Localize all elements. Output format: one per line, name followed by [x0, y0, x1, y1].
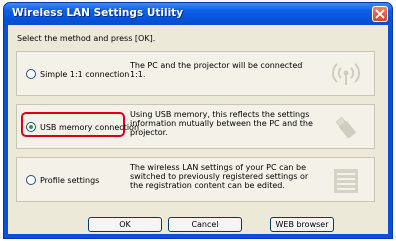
option-description: Using USB memory, this reflects the sett…: [130, 110, 313, 137]
profile-list-icon: [334, 169, 358, 193]
option-label: USB memory connection: [40, 123, 140, 132]
radio-usb-memory-connection[interactable]: [26, 122, 36, 132]
close-button[interactable]: [372, 6, 388, 22]
wireless-signal-icon: [332, 63, 360, 85]
radio-simple-connection[interactable]: [26, 69, 36, 79]
option-label: Profile settings: [40, 176, 100, 185]
option-description: The wireless LAN settings of your PC can…: [130, 163, 309, 190]
option-simple-connection[interactable]: Simple 1:1 connection The PC and the pro…: [16, 51, 375, 96]
radio-profile-settings[interactable]: [26, 175, 36, 185]
usb-memory-icon: [335, 116, 356, 139]
close-icon: [375, 9, 385, 19]
title-bar[interactable]: Wireless LAN Settings Utility: [4, 3, 392, 25]
option-usb-memory-connection[interactable]: USB memory connection Using USB memory, …: [16, 104, 375, 149]
cancel-button[interactable]: Cancel: [168, 217, 242, 232]
option-label: Simple 1:1 connection: [40, 70, 130, 79]
option-profile-settings[interactable]: Profile settings The wireless LAN settin…: [16, 157, 375, 202]
window-title: Wireless LAN Settings Utility: [12, 7, 184, 19]
instruction-text: Select the method and press [OK].: [17, 34, 156, 43]
dialog-window: Wireless LAN Settings Utility Select the…: [3, 2, 393, 239]
ok-button[interactable]: OK: [88, 217, 162, 232]
option-description: The PC and the projector will be connect…: [130, 61, 303, 79]
dialog-body: Select the method and press [OK]. Simple…: [8, 25, 388, 234]
web-browser-button[interactable]: WEB browser: [270, 217, 334, 232]
